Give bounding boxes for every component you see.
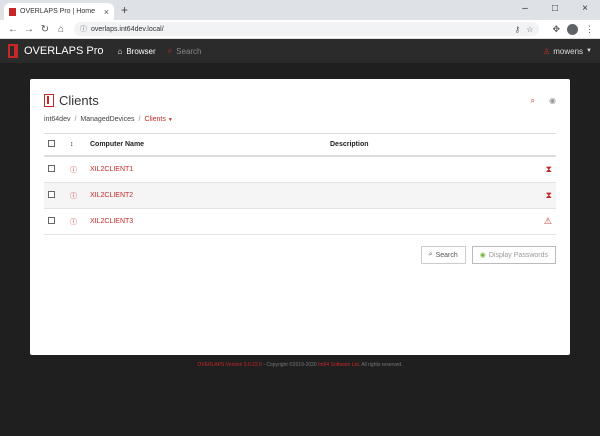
computer-name-header[interactable]: Computer Name xyxy=(86,133,326,157)
breadcrumb: int64dev / ManagedDevices / Clients ▼ xyxy=(44,116,556,123)
close-tab-icon[interactable]: × xyxy=(104,7,109,17)
card-header: Clients ⌕ ◉ xyxy=(44,93,556,108)
rights-text: . All rights reserved. xyxy=(358,362,403,368)
breadcrumb-separator: / xyxy=(74,116,77,123)
info-circle-icon[interactable]: ⓘ xyxy=(66,208,86,235)
app-favicon-icon xyxy=(9,7,16,16)
computer-name-cell: XIL2CLIENT3 xyxy=(86,208,326,235)
clients-card: Clients ⌕ ◉ int64dev / ManagedDevices / … xyxy=(30,79,570,355)
extensions-icon[interactable]: ✥ xyxy=(552,24,560,35)
browser-toolbar: ← → ↻ ⌂ ⓘ overlaps.int64dev.local/ ⚷ ☆ ✥… xyxy=(0,20,600,39)
table-row[interactable]: ⓘ XIL2CLIENT1 ⧗ xyxy=(44,156,556,183)
browser-tab[interactable]: OVERLAPS Pro | Home × xyxy=(4,3,114,20)
description-header[interactable]: Description xyxy=(326,133,536,157)
version-text: OVERLAPS Version 3.0.22.0 xyxy=(197,362,262,368)
tab-title: OVERLAPS Pro | Home xyxy=(20,8,95,15)
info-icon[interactable]: ⓘ xyxy=(80,24,87,34)
eye-icon[interactable]: ◉ xyxy=(549,96,556,106)
search-button-label: Search xyxy=(435,251,458,259)
row-select-cell xyxy=(44,182,66,209)
breadcrumb-item-domain[interactable]: int64dev xyxy=(44,116,70,123)
page-footer: OVERLAPS Version 3.0.22.0 - Copyright ©2… xyxy=(0,362,600,368)
computer-link[interactable]: XIL2CLIENT1 xyxy=(90,166,133,173)
computer-name-cell: XIL2CLIENT2 xyxy=(86,182,326,209)
search-icon[interactable]: ⌕ xyxy=(531,96,535,106)
caret-down-icon[interactable]: ▼ xyxy=(168,117,173,123)
search-button[interactable]: ⌕ Search xyxy=(420,246,466,264)
table-row[interactable]: ⓘ XIL2CLIENT2 ⧗ xyxy=(44,182,556,209)
address-bar[interactable]: ⓘ overlaps.int64dev.local/ ⚷ ☆ xyxy=(74,22,540,36)
user-icon: ♙ xyxy=(543,46,551,56)
row-checkbox[interactable] xyxy=(48,191,55,198)
copyright-text: - Copyright ©2019-2020 xyxy=(261,362,319,368)
new-tab-button[interactable]: + xyxy=(121,3,128,17)
username: mowens xyxy=(553,46,584,56)
display-passwords-button[interactable]: ◉ Display Passwords xyxy=(471,246,556,264)
key-icon[interactable]: ⚷ xyxy=(514,25,520,34)
extension-icons: ✥ ⋮ xyxy=(545,23,594,35)
home-icon: ⌂ xyxy=(117,46,123,56)
description-cell xyxy=(326,208,536,235)
menu-kebab-icon[interactable]: ⋮ xyxy=(585,24,594,35)
minimize-button[interactable]: – xyxy=(510,0,540,20)
reload-icon[interactable]: ↻ xyxy=(38,24,52,35)
card-actions: ⌕ ◉ xyxy=(517,96,556,106)
page-title: Clients xyxy=(59,93,99,108)
hourglass-icon: ⧗ xyxy=(536,182,556,209)
brand-logo-icon[interactable] xyxy=(8,44,18,58)
bookmark-star-icon[interactable]: ☆ xyxy=(526,25,533,34)
breadcrumb-separator: / xyxy=(138,116,141,123)
hourglass-icon: ⧗ xyxy=(536,156,556,183)
maximize-button[interactable]: □ xyxy=(540,0,570,20)
brand-name[interactable]: OVERLAPS Pro xyxy=(24,45,103,57)
forward-icon[interactable]: → xyxy=(22,24,36,35)
display-passwords-label: Display Passwords xyxy=(488,251,548,259)
table-header-row: ↕ Computer Name Description xyxy=(44,133,556,157)
breadcrumb-item-ou[interactable]: ManagedDevices xyxy=(80,116,134,123)
company-link[interactable]: Int64 Software Ltd xyxy=(318,362,359,368)
table-row[interactable]: ⓘ XIL2CLIENT3 ⚠ xyxy=(44,208,556,235)
select-all-cell xyxy=(44,133,66,157)
url-text: overlaps.int64dev.local/ xyxy=(91,25,164,33)
status-header xyxy=(536,133,556,157)
clients-icon xyxy=(44,94,54,107)
breadcrumb-item-clients[interactable]: Clients xyxy=(144,116,165,123)
profile-avatar[interactable] xyxy=(567,23,578,35)
eye-icon: ◉ xyxy=(479,252,486,259)
nav-browser-label: Browser xyxy=(126,46,156,56)
nav-search-label: Search xyxy=(176,46,202,56)
select-all-checkbox[interactable] xyxy=(48,140,55,147)
row-checkbox[interactable] xyxy=(48,165,55,172)
search-icon: ⌕ xyxy=(428,251,433,258)
app-navbar: OVERLAPS Pro ⌂ Browser ⌕ Search ♙ mowens… xyxy=(0,39,600,63)
computer-name-cell: XIL2CLIENT1 xyxy=(86,156,326,183)
computer-link[interactable]: XIL2CLIENT2 xyxy=(90,192,133,199)
nav-search[interactable]: ⌕ Search xyxy=(168,46,202,56)
row-select-cell xyxy=(44,208,66,235)
nav-browser[interactable]: ⌂ Browser xyxy=(117,47,155,56)
info-circle-icon[interactable]: ⓘ xyxy=(66,182,86,209)
close-window-button[interactable]: × xyxy=(570,0,600,20)
clients-table: ↕ Computer Name Description ⓘ XIL2CLIENT… xyxy=(44,133,556,235)
browser-tab-bar: OVERLAPS Pro | Home × + – □ × xyxy=(0,0,600,20)
action-buttons: ⌕ Search ◉ Display Passwords xyxy=(415,246,556,264)
computer-link[interactable]: XIL2CLIENT3 xyxy=(90,218,133,225)
description-cell xyxy=(326,156,536,183)
warning-icon: ⚠ xyxy=(536,208,556,235)
back-icon[interactable]: ← xyxy=(6,24,20,35)
description-cell xyxy=(326,182,536,209)
row-checkbox[interactable] xyxy=(48,217,55,224)
row-select-cell xyxy=(44,156,66,183)
user-menu[interactable]: ♙ mowens ▼ xyxy=(543,47,592,56)
chevron-down-icon: ▼ xyxy=(586,48,592,54)
search-icon: ⌕ xyxy=(167,46,173,55)
window-controls: – □ × xyxy=(510,0,600,20)
info-column-header[interactable]: ↕ xyxy=(66,133,86,157)
info-circle-icon[interactable]: ⓘ xyxy=(66,156,86,183)
home-icon[interactable]: ⌂ xyxy=(54,24,68,35)
